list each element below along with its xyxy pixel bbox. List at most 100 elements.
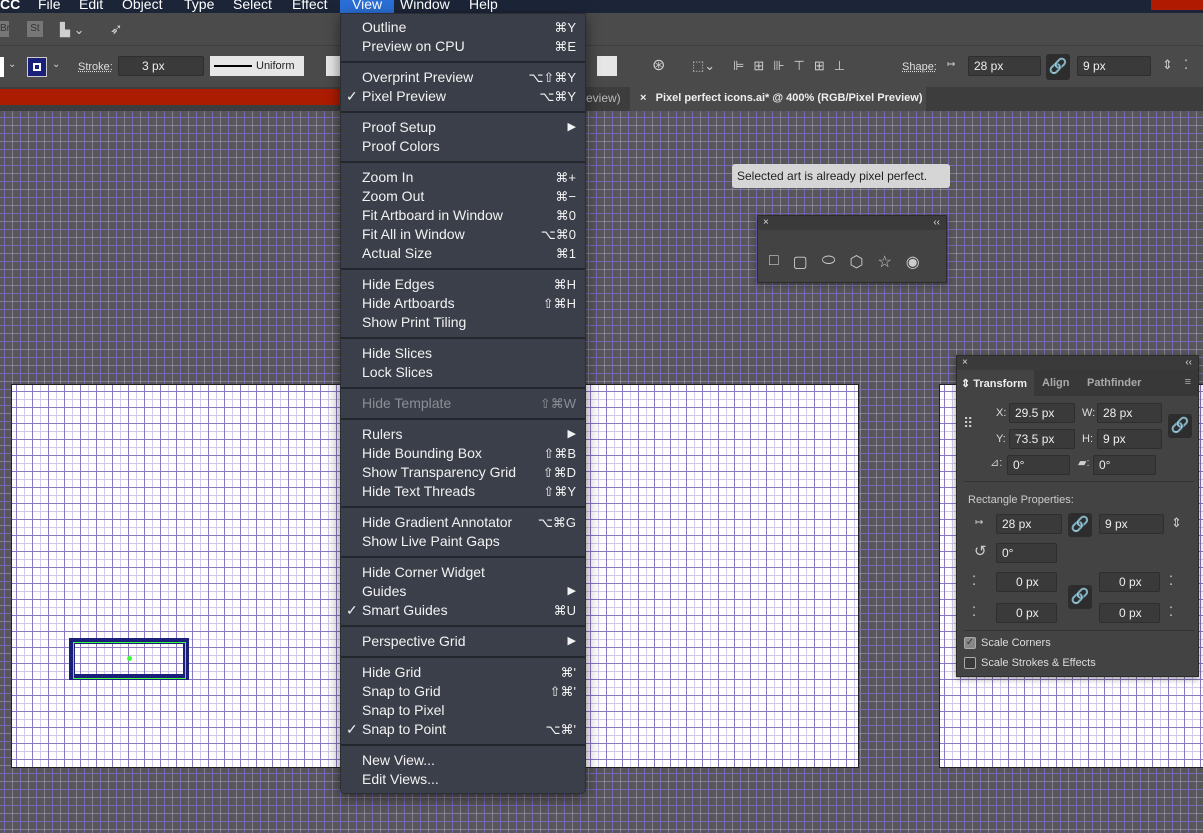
menu-item-new-view[interactable]: New View... [341, 751, 585, 770]
x-input[interactable]: 29.5 px [1009, 403, 1075, 423]
star-icon[interactable]: ☆ [877, 252, 891, 272]
transform-icon[interactable]: ⬚⌄ [692, 59, 715, 72]
menu-item-snap-to-pixel[interactable]: Snap to Pixel [341, 701, 585, 720]
menu-item-hide-grid[interactable]: Hide Grid ⌘' [341, 663, 585, 682]
w-input[interactable]: 28 px [1097, 403, 1162, 423]
corner-bl-input[interactable]: 0 px [996, 603, 1057, 623]
tab-align[interactable]: Align [1042, 377, 1070, 389]
chevron-down-icon[interactable]: ⌄ [52, 60, 60, 70]
chevron-down-icon[interactable]: ⌄ [8, 60, 16, 70]
menu-item-show-transparency-grid[interactable]: Show Transparency Grid ⇧⌘D [341, 463, 585, 482]
menu-item-zoom-out[interactable]: Zoom Out ⌘− [341, 187, 585, 206]
menu-item-overprint-preview[interactable]: Overprint Preview ⌥⇧⌘Y [341, 68, 585, 87]
link-icon[interactable]: 🔗 [1068, 513, 1092, 537]
menu-item-lock-slices[interactable]: Lock Slices [341, 363, 585, 382]
stroke-swatch[interactable] [27, 57, 47, 77]
rect-rotate-select[interactable]: 0° [996, 543, 1057, 563]
menu-item-guides[interactable]: Guides ▶ [341, 582, 585, 601]
menu-item-hide-artboards[interactable]: Hide Artboards ⇧⌘H [341, 294, 585, 313]
shape-height-input[interactable]: 9 px [1077, 56, 1151, 76]
rounded-rectangle-icon[interactable]: ▢ [793, 252, 808, 272]
menu-item-rulers[interactable]: Rulers ▶ [341, 425, 585, 444]
h-input[interactable]: 9 px [1097, 429, 1162, 449]
layout-icon[interactable]: ▙ ⌄ [60, 23, 85, 36]
corner-icon[interactable]: ⁚ [1184, 58, 1188, 71]
shaper-icon[interactable]: ◉ [906, 252, 920, 272]
rect-height-input[interactable]: 9 px [1099, 514, 1164, 534]
stroke-profile-select[interactable]: Uniform [210, 56, 304, 76]
menu-object[interactable]: Object [122, 0, 162, 12]
menu-item-zoom-in[interactable]: Zoom In ⌘+ [341, 168, 585, 187]
corner-tl-input[interactable]: 0 px [996, 572, 1057, 592]
menu-item-proof-colors[interactable]: Proof Colors [341, 137, 585, 156]
menu-item-edit-views[interactable]: Edit Views... [341, 770, 585, 789]
menu-item-hide-bounding-box[interactable]: Hide Bounding Box ⇧⌘B [341, 444, 585, 463]
collapse-icon[interactable]: ‹‹ [1185, 357, 1192, 368]
scale-strokes-checkbox[interactable] [964, 657, 976, 669]
menu-item-hide-edges[interactable]: Hide Edges ⌘H [341, 275, 585, 294]
menu-item-hide-slices[interactable]: Hide Slices [341, 344, 585, 363]
artboard-1[interactable] [11, 384, 341, 768]
opacity-swatch[interactable] [597, 56, 617, 76]
shear-select[interactable]: 0° [1093, 455, 1156, 475]
corner-br-icon[interactable]: ⁚ [1169, 605, 1173, 618]
polygon-icon[interactable]: ⬡ [849, 252, 863, 272]
corner-tr-input[interactable]: 0 px [1099, 572, 1160, 592]
reference-point-icon[interactable]: ⠿ [963, 416, 973, 430]
menu-view[interactable]: View [340, 0, 395, 13]
menu-item-snap-to-grid[interactable]: Snap to Grid ⇧⌘' [341, 682, 585, 701]
corner-tr-icon[interactable]: ⁚ [1169, 574, 1173, 587]
fill-swatch[interactable] [0, 57, 4, 77]
shape-width-input[interactable]: 28 px [968, 56, 1041, 76]
scale-corners-checkbox[interactable]: ✓ [964, 637, 976, 649]
stroke-weight-input[interactable]: 3 px [118, 56, 204, 76]
menu-edit[interactable]: Edit [79, 0, 103, 12]
panel-menu-icon[interactable]: ≡ [1185, 376, 1191, 388]
rectangle-icon[interactable]: □ [769, 252, 779, 272]
artboard-2[interactable] [585, 384, 859, 768]
tab-active[interactable]: × Pixel perfect icons.ai* @ 400% (RGB/Pi… [630, 87, 926, 111]
corner-tl-icon[interactable]: ⁚ [972, 574, 976, 587]
menu-item-outline[interactable]: Outline ⌘Y [341, 18, 585, 37]
rotate-select[interactable]: 0° [1007, 455, 1070, 475]
tab-previous[interactable]: eview) [586, 87, 630, 111]
link-icon[interactable]: 🔗 [1068, 585, 1092, 609]
corner-bl-icon[interactable]: ⁚ [972, 605, 976, 618]
menu-item-hide-gradient-annotator[interactable]: Hide Gradient Annotator ⌥⌘G [341, 513, 585, 532]
tab-transform[interactable]: ⇕ Transform [957, 370, 1034, 397]
bridge-button[interactable]: Br [0, 21, 10, 37]
recolor-icon[interactable]: ⊛ [652, 58, 665, 74]
menu-item-hide-corner-widget[interactable]: Hide Corner Widget [341, 563, 585, 582]
menu-item-actual-size[interactable]: Actual Size ⌘1 [341, 244, 585, 263]
menu-item-show-live-paint-gaps[interactable]: Show Live Paint Gaps [341, 532, 585, 551]
close-icon[interactable]: × [962, 357, 968, 368]
menu-select[interactable]: Select [233, 0, 272, 12]
link-icon[interactable]: 🔗 [1168, 414, 1192, 438]
link-icon[interactable]: 🔗 [1046, 54, 1070, 80]
brush-select[interactable] [326, 56, 340, 76]
menu-item-preview-on-cpu[interactable]: Preview on CPU ⌘E [341, 37, 585, 56]
tab-pathfinder[interactable]: Pathfinder [1087, 377, 1141, 389]
align-icons[interactable]: ⊫⊞⊪⊤⊞⊥ [733, 59, 854, 72]
menu-item-hide-text-threads[interactable]: Hide Text Threads ⇧⌘Y [341, 482, 585, 501]
menu-item-proof-setup[interactable]: Proof Setup ▶ [341, 118, 585, 137]
close-icon[interactable]: × [640, 92, 646, 104]
collapse-icon[interactable]: ‹‹ [933, 217, 940, 228]
ellipse-icon[interactable]: ⬭ [822, 252, 836, 272]
stroke-label[interactable]: Stroke: [78, 61, 113, 73]
shape-label[interactable]: Shape: [902, 61, 937, 73]
rect-width-input[interactable]: 28 px [996, 514, 1062, 534]
menu-item-fit-all-in-window[interactable]: Fit All in Window ⌥⌘0 [341, 225, 585, 244]
close-icon[interactable]: × [763, 217, 769, 228]
menu-item-fit-artboard-in-window[interactable]: Fit Artboard in Window ⌘0 [341, 206, 585, 225]
menu-window[interactable]: Window [400, 0, 450, 12]
menu-item-show-print-tiling[interactable]: Show Print Tiling [341, 313, 585, 332]
menu-help[interactable]: Help [469, 0, 498, 12]
menu-item-perspective-grid[interactable]: Perspective Grid ▶ [341, 632, 585, 651]
menu-item-pixel-preview[interactable]: ✓ Pixel Preview ⌥⌘Y [341, 87, 585, 106]
menu-type[interactable]: Type [184, 0, 214, 12]
menu-item-smart-guides[interactable]: ✓ Smart Guides ⌘U [341, 601, 585, 620]
y-input[interactable]: 73.5 px [1009, 429, 1075, 449]
menu-effect[interactable]: Effect [292, 0, 328, 12]
stock-button[interactable]: St [27, 21, 43, 37]
